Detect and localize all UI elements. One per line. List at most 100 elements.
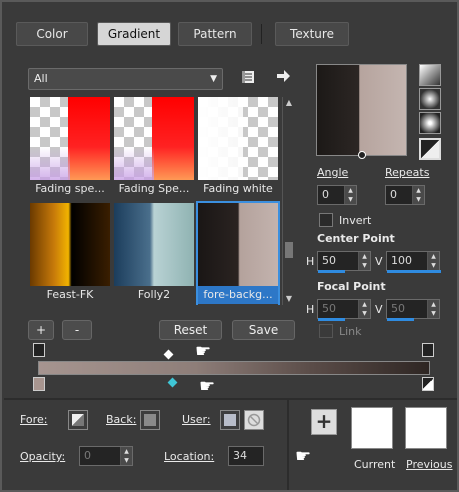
no-color-icon [247,413,261,427]
back-swatch-button[interactable] [140,410,160,430]
spin-arrows-icon[interactable]: ▲ ▼ [358,300,370,318]
fore-swatch-button[interactable] [68,410,88,430]
focal-h-label: H [306,303,315,316]
focal-v-bar [387,318,414,321]
add-to-palette-button[interactable]: + [311,409,337,435]
gradient-item[interactable]: Fading Spe... [114,97,194,199]
gradient-item-label: Feast-FK [30,286,110,304]
invert-checkbox[interactable] [319,213,333,227]
repeats-input[interactable]: 0 ▲ ▼ [385,185,425,205]
tab-pattern[interactable]: Pattern [178,22,252,46]
fore-label: Fore: [20,413,48,426]
gradient-thumbnail [30,97,110,180]
radial-style-icon[interactable] [419,112,441,134]
save-button[interactable]: Save [232,320,295,340]
spin-arrows-icon[interactable]: ▲ ▼ [120,447,132,465]
spin-arrows-icon[interactable]: ▲ ▼ [412,186,424,204]
focal-h-input[interactable]: 50 ▲ ▼ [317,299,371,321]
gradient-dialog: Color Gradient Pattern Texture All ▼ Fad… [0,0,459,492]
top-right-stop-marker[interactable] [422,343,434,357]
arrow-right-icon[interactable] [274,68,292,86]
scroll-up-icon[interactable]: ▲ [283,97,295,109]
gradient-thumbnail [30,203,110,286]
sunburst-style-icon[interactable] [419,138,441,160]
spin-arrows-icon[interactable]: ▲ ▼ [427,300,439,318]
location-label: Location: [164,450,215,463]
spin-arrows-icon[interactable]: ▲ ▼ [358,252,370,270]
link-label: Link [339,325,362,338]
gradient-thumbnail [198,203,278,286]
center-h-bar [318,270,345,273]
angle-label: Angle [317,166,349,179]
gradient-item[interactable]: fore-backg... [196,201,280,305]
gradient-item-label: Fading spe... [30,180,110,198]
spin-arrows-icon[interactable]: ▲ ▼ [427,252,439,270]
user-swatch-button[interactable] [220,410,240,430]
rectangular-style-icon[interactable] [419,88,441,110]
remove-gradient-button[interactable]: - [62,320,92,340]
angle-input[interactable]: 0 ▲ ▼ [317,185,357,205]
location-input[interactable]: 34 [228,446,264,466]
chevron-down-icon: ▼ [210,74,217,84]
gradient-preview[interactable] [316,64,407,159]
gradient-item[interactable]: Feast-FK [30,203,110,305]
angle-value: 0 [322,188,329,201]
scrollbar-thumb[interactable] [285,242,293,258]
opacity-input[interactable]: 0 ▲ ▼ [79,446,133,466]
bottom-left-color-stop[interactable] [33,377,45,391]
previous-swatch[interactable] [405,407,447,449]
tab-color[interactable]: Color [16,22,88,46]
repeats-label: Repeats [385,166,430,179]
location-value: 34 [233,449,247,462]
add-gradient-button[interactable]: + [28,320,54,340]
gradient-item-label: Folly2 [114,286,194,304]
gradient-item-label: Fading white [198,180,278,198]
opacity-value: 0 [84,449,91,462]
spin-arrows-icon[interactable]: ▲ ▼ [344,186,356,204]
invert-label: Invert [339,214,372,227]
back-label: Back: [106,413,137,426]
user-swatch-icon [224,414,236,426]
linear-style-icon[interactable] [419,64,441,86]
reset-button[interactable]: Reset [159,320,222,340]
section-divider-vertical [287,398,289,490]
scroll-down-icon[interactable]: ▼ [283,293,295,305]
top-left-stop-marker[interactable] [33,343,45,357]
gradient-thumbnail [114,97,194,180]
link-checkbox[interactable] [319,324,333,338]
center-v-input[interactable]: 100 ▲ ▼ [386,251,441,273]
focal-v-value: 50 [391,302,405,315]
gradient-editor-bar[interactable] [38,361,430,375]
center-h-value: 50 [322,254,336,267]
opacity-midpoint-icon[interactable] [163,349,174,360]
center-v-label: V [375,255,383,268]
gradient-item[interactable]: Fading spe... [30,97,110,199]
pointing-hand-icon: ☛ [199,376,216,397]
gradient-thumbnail [114,203,194,286]
focal-v-input[interactable]: 50 ▲ ▼ [386,299,440,321]
gradient-list: Fading spe... Fading Spe... Fading white… [28,97,281,305]
no-color-button[interactable] [244,410,264,430]
category-dropdown[interactable]: All ▼ [28,68,223,90]
gradient-item[interactable]: Folly2 [114,203,194,305]
gradient-item-label: Fading Spe... [114,180,194,198]
back-swatch-icon [144,414,156,426]
bottom-right-color-stop[interactable] [422,377,434,391]
center-point-label: Center Point [317,232,395,245]
fore-swatch-icon [72,414,84,426]
focal-h-bar [318,318,345,321]
tab-texture[interactable]: Texture [275,22,349,46]
gradient-list-scrollbar[interactable]: ▲ ▼ [282,97,294,305]
gradient-thumbnail [198,97,278,180]
current-swatch [351,407,393,449]
center-h-input[interactable]: 50 ▲ ▼ [317,251,371,273]
center-v-bar [387,270,441,273]
tab-gradient[interactable]: Gradient [97,22,171,46]
center-point-marker-icon[interactable] [358,151,366,159]
pointing-hand-icon: ☛ [295,446,312,467]
color-midpoint-icon[interactable] [167,377,178,388]
library-icon[interactable] [239,69,257,87]
focal-h-value: 50 [322,302,336,315]
opacity-label: Opacity: [20,450,66,463]
gradient-item[interactable]: Fading white [198,97,278,199]
